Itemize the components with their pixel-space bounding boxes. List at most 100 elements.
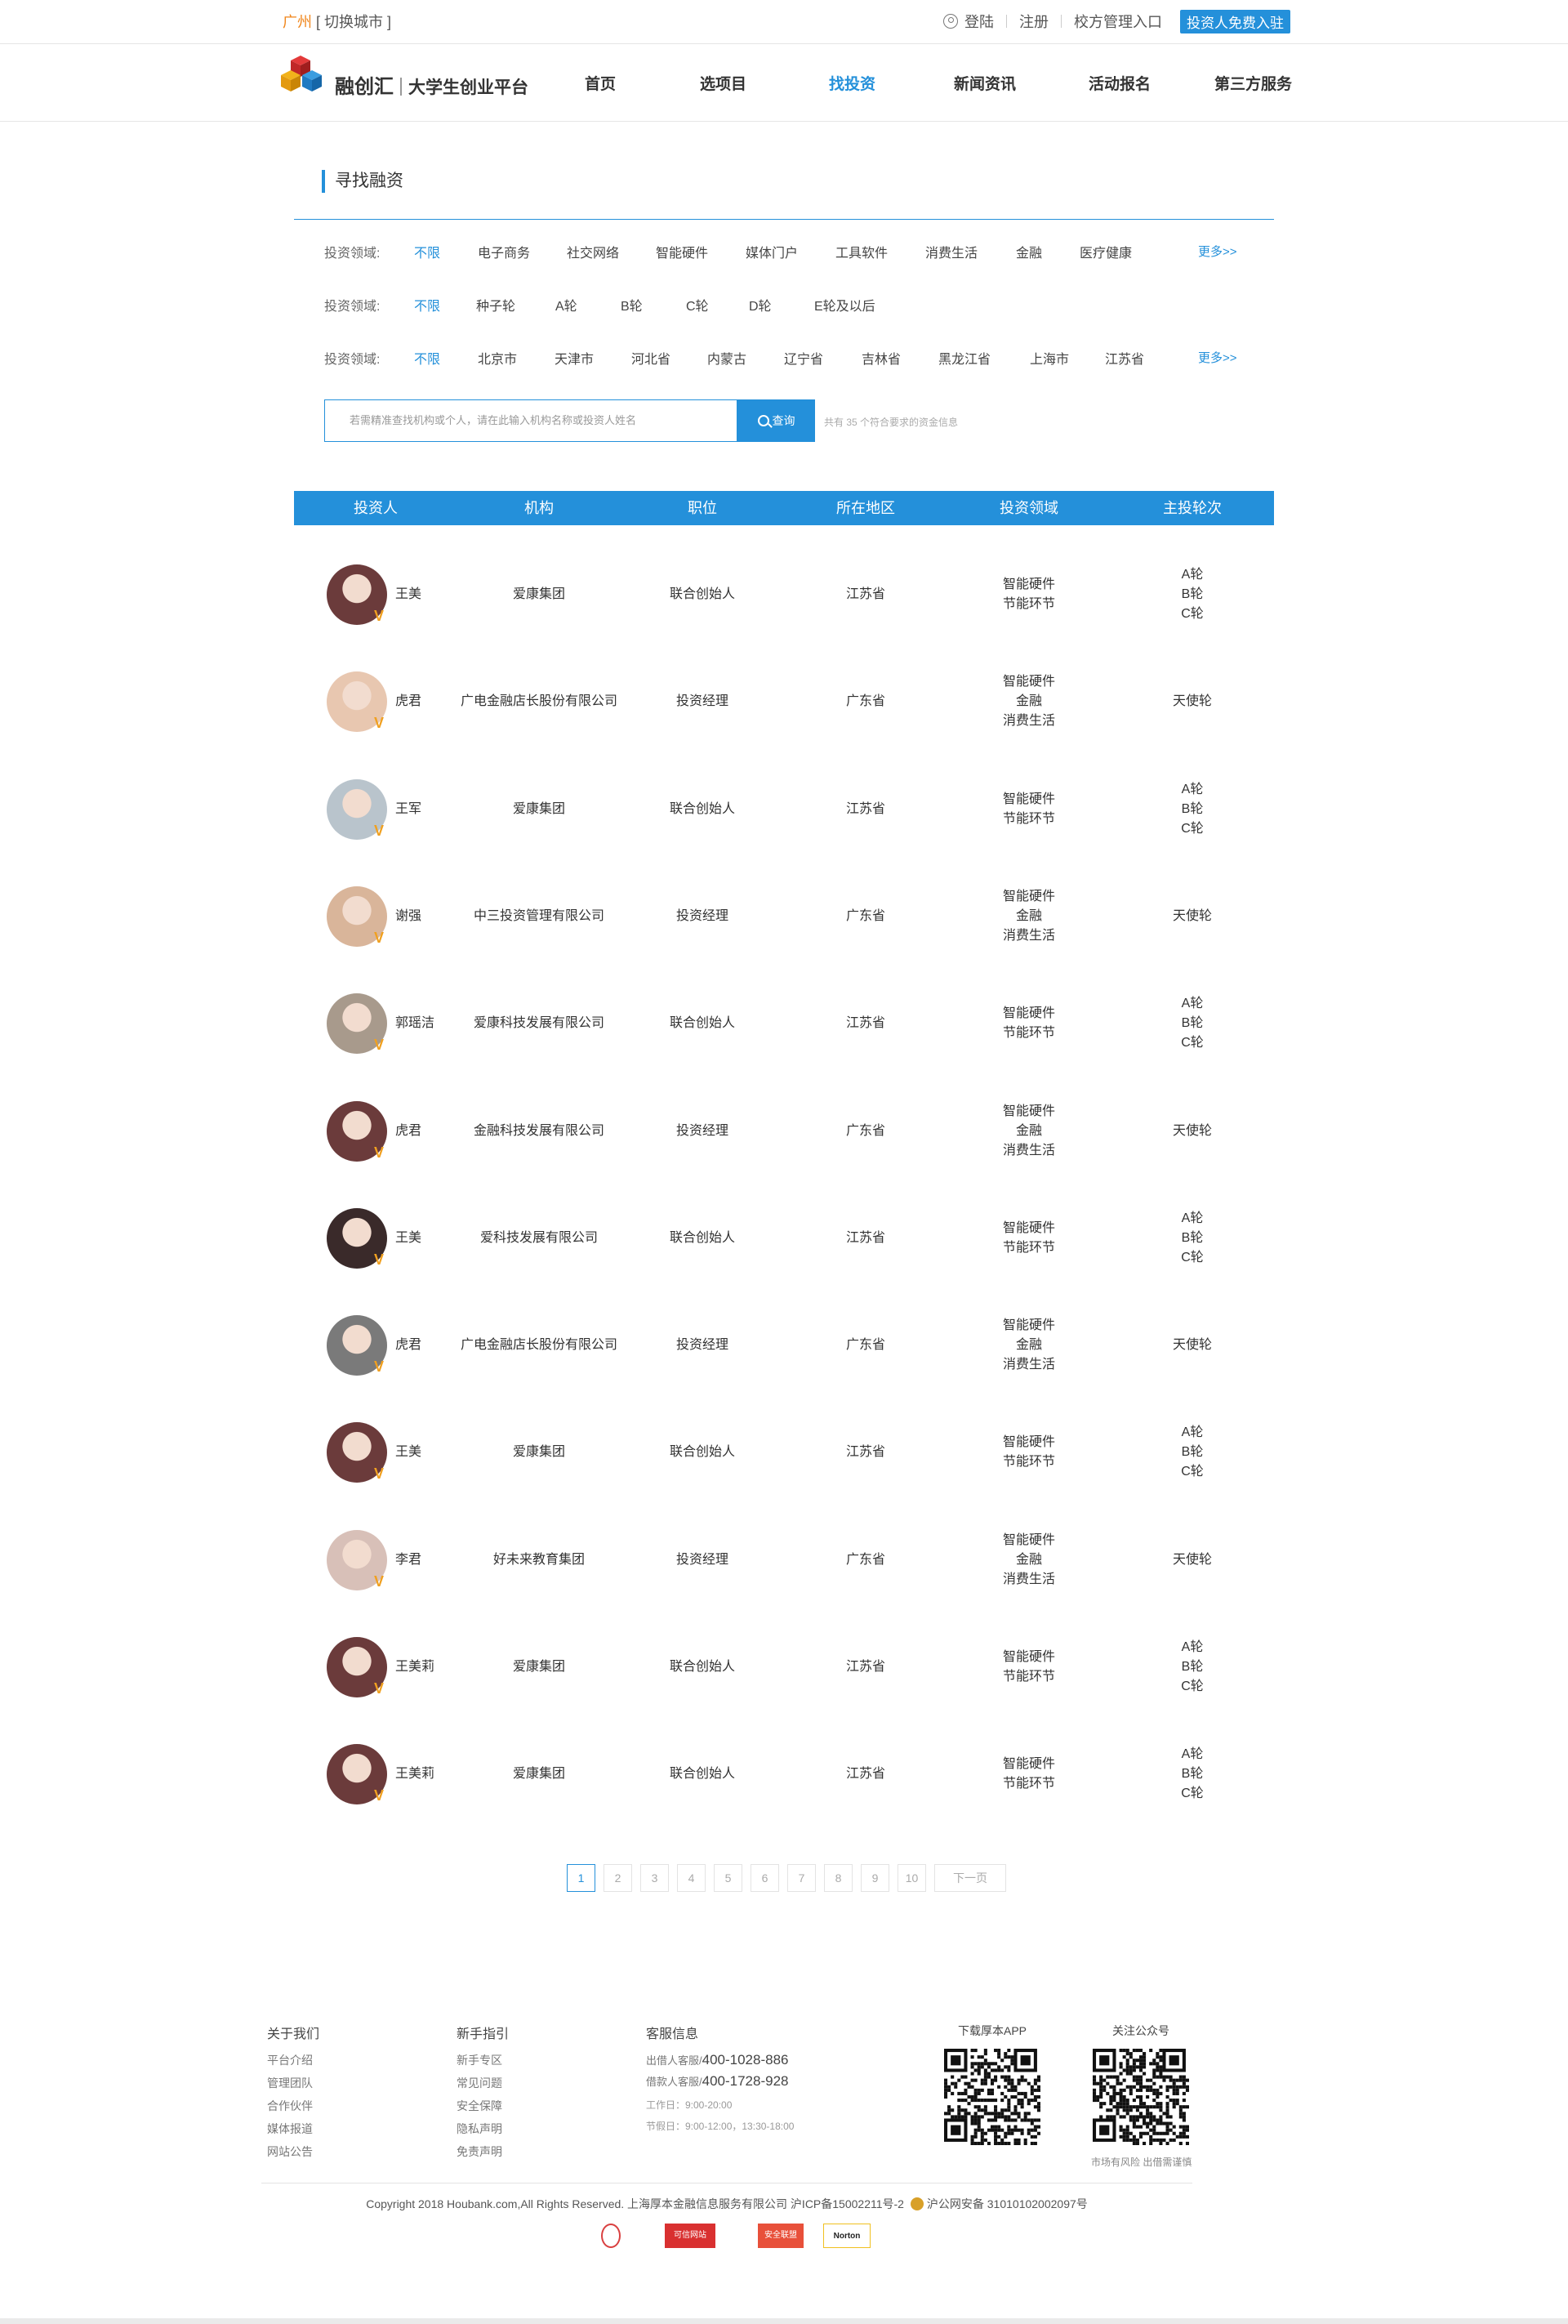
investor-name[interactable]: 王军	[395, 800, 421, 819]
norton-badge[interactable]: Norton	[823, 2224, 871, 2248]
footer-link[interactable]: 管理团队	[267, 2075, 313, 2091]
filter-option[interactable]: D轮	[749, 295, 772, 314]
org-name: 爱科技发展有限公司	[479, 1231, 598, 1245]
filter-option[interactable]: 不限	[414, 295, 440, 314]
investment-field: 消费生活	[1002, 1572, 1055, 1586]
register-link[interactable]: 注册	[1019, 11, 1049, 32]
filter-option[interactable]: 上海市	[1030, 348, 1069, 368]
footer-link[interactable]: 安全保障	[457, 2098, 502, 2114]
position: 联合创始人	[669, 802, 735, 816]
investor-name[interactable]: 虎君	[395, 1336, 421, 1355]
investor-name[interactable]: 虎君	[395, 692, 421, 711]
investment-round: A轮	[1181, 997, 1204, 1010]
page-button[interactable]: 3	[640, 1864, 669, 1892]
filter-option[interactable]: 北京市	[478, 348, 517, 368]
page-button[interactable]: 7	[787, 1864, 816, 1892]
footer-link[interactable]: 常见问题	[457, 2075, 502, 2091]
investor-name[interactable]: 谢强	[395, 907, 421, 926]
nav-events[interactable]: 活动报名	[1089, 72, 1151, 94]
investor-join-button[interactable]: 投资人免费入驻	[1180, 9, 1290, 33]
next-page-button[interactable]: 下一页	[934, 1864, 1006, 1892]
filter-option[interactable]: C轮	[686, 295, 709, 314]
current-city[interactable]: 广州	[283, 14, 312, 30]
filter-more-link[interactable]: 更多>>	[1198, 349, 1237, 366]
position: 投资经理	[675, 1338, 728, 1352]
filter-option[interactable]: A轮	[555, 295, 577, 314]
police-badge-icon	[910, 2197, 924, 2210]
filter-option[interactable]: 吉林省	[862, 348, 901, 368]
nav-home[interactable]: 首页	[585, 72, 616, 94]
filter-option[interactable]: 金融	[1016, 242, 1042, 261]
page-button[interactable]: 4	[677, 1864, 706, 1892]
search-button[interactable]: 查询	[737, 399, 815, 442]
page-button[interactable]: 1	[567, 1864, 595, 1892]
switch-city-link[interactable]: [ 切换城市 ]	[316, 14, 391, 30]
login-link[interactable]: 登陆	[964, 11, 994, 32]
footer-link[interactable]: 合作伙伴	[267, 2098, 313, 2114]
investor-name[interactable]: 王美	[395, 585, 421, 604]
nav-third-party[interactable]: 第三方服务	[1214, 72, 1292, 94]
page-button[interactable]: 6	[751, 1864, 779, 1892]
brand[interactable]: 融创汇 大学生创业平台	[335, 70, 528, 99]
city-switcher[interactable]: 广州 [ 切换城市 ]	[283, 13, 391, 31]
filter-option[interactable]: 智能硬件	[656, 242, 708, 261]
filter-option[interactable]: 不限	[414, 348, 440, 368]
page-button[interactable]: 2	[604, 1864, 632, 1892]
app-qr-code[interactable]	[944, 2049, 1040, 2145]
org-name: 爱康集团	[512, 1660, 565, 1674]
position: 联合创始人	[669, 587, 735, 601]
filter-option[interactable]: 社交网络	[567, 242, 619, 261]
footer-link[interactable]: 免责声明	[457, 2143, 502, 2160]
page-button[interactable]: 8	[824, 1864, 853, 1892]
filter-option[interactable]: 不限	[414, 242, 440, 261]
investment-field: 节能环节	[1002, 1026, 1055, 1040]
filter-option[interactable]: 种子轮	[476, 295, 515, 314]
investment-round: A轮	[1181, 1640, 1204, 1654]
investment-field: 金融	[1015, 694, 1042, 708]
footer-link[interactable]: 平台介绍	[267, 2052, 313, 2068]
footer-link[interactable]: 隐私声明	[457, 2121, 502, 2137]
filter-option[interactable]: 媒体门户	[746, 242, 798, 261]
trust-badge[interactable]: 可信网站	[665, 2224, 715, 2248]
investment-round: 天使轮	[1172, 1338, 1212, 1352]
page-button[interactable]: 5	[714, 1864, 742, 1892]
footer-link[interactable]: 媒体报道	[267, 2121, 313, 2137]
filter-more-link[interactable]: 更多>>	[1198, 243, 1237, 260]
filter-option[interactable]: 内蒙古	[707, 348, 746, 368]
security-badge[interactable]: 安全联盟	[758, 2224, 804, 2248]
investor-name[interactable]: 郭瑶洁	[395, 1014, 434, 1033]
filter-option[interactable]: 工具软件	[835, 242, 888, 261]
page-button[interactable]: 10	[898, 1864, 926, 1892]
page-button[interactable]: 9	[861, 1864, 889, 1892]
nav-projects[interactable]: 选项目	[700, 72, 746, 94]
school-entry-link[interactable]: 校方管理入口	[1074, 11, 1162, 32]
filter-option[interactable]: 医疗健康	[1080, 242, 1132, 261]
footer-link[interactable]: 网站公告	[267, 2143, 313, 2160]
search-input[interactable]: 若需精准查找机构或个人，请在此输入机构名称或投资人姓名	[324, 399, 737, 442]
borrow-hotline: 借款人客服/400-1728-928	[646, 2073, 789, 2090]
investor-name[interactable]: 王美莉	[395, 1657, 434, 1677]
filter-option[interactable]: 辽宁省	[784, 348, 823, 368]
wechat-qr-code[interactable]	[1093, 2049, 1189, 2145]
filter-option[interactable]: 天津市	[555, 348, 594, 368]
filter-option[interactable]: 河北省	[631, 348, 670, 368]
filter-option[interactable]: E轮及以后	[814, 295, 875, 314]
filter-option[interactable]: 黑龙江省	[938, 348, 991, 368]
filter-option[interactable]: 电子商务	[478, 242, 530, 261]
nav-find-investment[interactable]: 找投资	[829, 72, 875, 94]
filter-option[interactable]: 江苏省	[1105, 348, 1144, 368]
investment-field: 智能硬件	[1002, 1533, 1055, 1547]
investment-round: C轮	[1181, 822, 1204, 836]
filter-option[interactable]: B轮	[621, 295, 643, 314]
investor-name[interactable]: 王美	[395, 1229, 421, 1248]
investor-name[interactable]: 虎君	[395, 1122, 421, 1141]
footer-guide-title: 新手指引	[457, 2027, 510, 2041]
investor-name[interactable]: 王美莉	[395, 1764, 434, 1784]
footer-link[interactable]: 新手专区	[457, 2052, 502, 2068]
logo-icon[interactable]	[276, 51, 327, 101]
filter-option[interactable]: 消费生活	[925, 242, 978, 261]
investment-field: 智能硬件	[1002, 1435, 1055, 1449]
investor-name[interactable]: 王美	[395, 1443, 421, 1462]
nav-news[interactable]: 新闻资讯	[954, 72, 1016, 94]
investor-name[interactable]: 李君	[395, 1550, 421, 1570]
